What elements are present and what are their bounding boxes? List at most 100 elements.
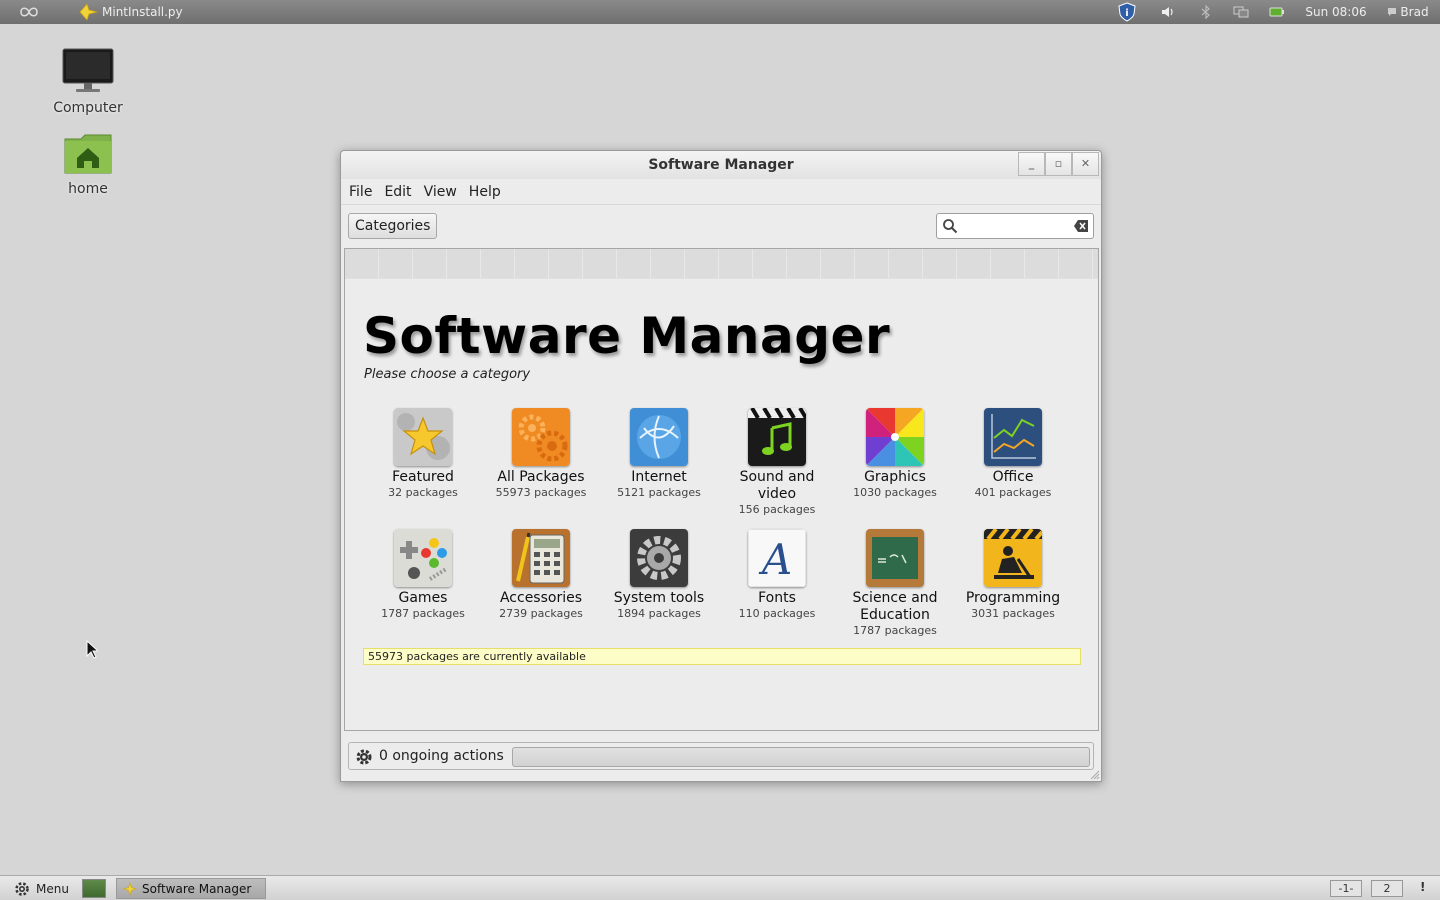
- desktop-icon-home[interactable]: home: [38, 133, 138, 197]
- mouse-cursor-icon: [86, 640, 98, 659]
- desktop-icon-label: home: [68, 181, 108, 197]
- toolbar: Categories: [341, 205, 1101, 245]
- category-count: 401 packages: [974, 486, 1052, 499]
- app-launcher[interactable]: MintInstall.py: [76, 0, 183, 24]
- font-icon: A: [748, 529, 806, 587]
- page-subtitle: Please choose a category: [364, 367, 531, 382]
- menu-label: Menu: [36, 881, 69, 896]
- menu-view[interactable]: View: [418, 184, 463, 200]
- category-sound-and-video[interactable]: Sound and video 156 packages: [721, 408, 833, 517]
- category-count: 32 packages: [388, 486, 458, 499]
- workspace-1[interactable]: -1-: [1330, 880, 1362, 897]
- categories-button[interactable]: Categories: [348, 213, 438, 239]
- category-name: Fonts: [758, 590, 796, 606]
- decorative-header-stripe: [345, 249, 1098, 279]
- category-programming[interactable]: Programming 3031 packages: [957, 529, 1069, 621]
- close-button[interactable]: ✕: [1072, 152, 1099, 176]
- menu-file[interactable]: File: [343, 184, 378, 200]
- taskbar-item-label: Software Manager: [142, 881, 252, 896]
- category-fonts[interactable]: A Fonts 110 packages: [721, 529, 833, 621]
- sparkle-icon: [123, 881, 137, 896]
- calculator-icon: [512, 529, 570, 587]
- category-name: Games: [398, 590, 448, 606]
- search-input[interactable]: [961, 217, 1069, 235]
- maximize-icon: ▫: [1054, 157, 1063, 170]
- menu-help[interactable]: Help: [463, 184, 507, 200]
- progress-bar: [512, 747, 1090, 767]
- category-accessories[interactable]: Accessories 2739 packages: [485, 529, 597, 621]
- mint-logo-icon[interactable]: [18, 3, 40, 21]
- category-name: Accessories: [499, 590, 583, 606]
- home-folder-icon: [64, 134, 112, 174]
- workspace-2[interactable]: 2: [1371, 880, 1403, 897]
- taskbar-item-software-manager[interactable]: Software Manager: [116, 878, 266, 899]
- gear-icon: [356, 749, 372, 765]
- chat-bubble-icon: [1388, 8, 1397, 16]
- desktop-icon-computer[interactable]: Computer: [38, 48, 138, 116]
- desktop-icon-label: Computer: [53, 100, 123, 116]
- color-wheel-icon: [866, 408, 924, 466]
- category-science-and-education[interactable]: Science and Education 1787 packages: [839, 529, 951, 638]
- category-count: 1030 packages: [853, 486, 937, 499]
- page-title: Software Manager: [363, 307, 891, 365]
- category-name: Science and Education: [852, 590, 938, 623]
- app-launcher-label: MintInstall.py: [102, 5, 183, 19]
- category-count: 1787 packages: [853, 624, 937, 637]
- category-name: Featured: [392, 469, 454, 485]
- clear-search-icon[interactable]: [1073, 219, 1089, 233]
- top-panel: MintInstall.py i Sun 08:06 Brad: [0, 0, 1440, 24]
- category-featured[interactable]: Featured 32 packages: [367, 408, 479, 500]
- category-graphics[interactable]: Graphics 1030 packages: [839, 408, 951, 500]
- menubar: File Edit View Help: [341, 179, 1101, 205]
- menu-button[interactable]: Menu: [14, 879, 69, 898]
- svg-text:i: i: [1125, 8, 1128, 19]
- notification-alert[interactable]: !: [1420, 880, 1425, 894]
- close-icon: ✕: [1080, 157, 1091, 170]
- category-count: 156 packages: [738, 503, 816, 516]
- category-name: Office: [992, 469, 1034, 485]
- monitor-icon: [62, 48, 114, 92]
- sparkle-icon: [79, 3, 98, 21]
- clapper-icon: [748, 408, 806, 466]
- bottom-panel: Menu Software Manager -1- 2 !: [0, 875, 1440, 900]
- ongoing-actions-label: 0 ongoing actions: [379, 748, 504, 764]
- category-all-packages[interactable]: All Packages 55973 packages: [485, 408, 597, 500]
- category-internet[interactable]: Internet 5121 packages: [603, 408, 715, 500]
- category-view: Software Manager Please choose a categor…: [344, 248, 1099, 731]
- update-shield-icon[interactable]: i: [1116, 2, 1138, 22]
- category-name: Sound and video: [739, 469, 815, 502]
- gamepad-icon: [394, 529, 452, 587]
- battery-icon[interactable]: [1268, 3, 1286, 21]
- category-count: 55973 packages: [495, 486, 587, 499]
- category-system-tools[interactable]: System tools 1894 packages: [603, 529, 715, 621]
- svg-text:A: A: [758, 535, 792, 584]
- category-name: Internet: [631, 469, 687, 485]
- packages-available-bar: 55973 packages are currently available: [363, 648, 1081, 665]
- user-menu[interactable]: Brad: [1384, 3, 1432, 21]
- construction-icon: [984, 529, 1042, 587]
- category-office[interactable]: Office 401 packages: [957, 408, 1069, 500]
- maximize-button[interactable]: ▫: [1045, 152, 1072, 176]
- star-icon: [394, 408, 452, 466]
- show-desktop-button[interactable]: [82, 879, 106, 898]
- resize-grip-icon[interactable]: [1090, 770, 1100, 780]
- category-count: 110 packages: [738, 607, 816, 620]
- minimize-button[interactable]: _: [1018, 152, 1045, 176]
- window-titlebar[interactable]: Software Manager _ ▫ ✕: [341, 151, 1101, 179]
- minimize-icon: _: [1028, 157, 1035, 170]
- gear-icon: [15, 881, 29, 896]
- category-name: All Packages: [497, 469, 585, 485]
- status-bar[interactable]: 0 ongoing actions: [348, 742, 1094, 770]
- clock[interactable]: Sun 08:06: [1302, 3, 1370, 21]
- category-games[interactable]: Games 1787 packages: [367, 529, 479, 621]
- menu-edit[interactable]: Edit: [378, 184, 417, 200]
- volume-icon[interactable]: [1159, 3, 1177, 21]
- category-count: 3031 packages: [971, 607, 1055, 620]
- network-icon[interactable]: [1232, 3, 1250, 21]
- category-count: 5121 packages: [617, 486, 701, 499]
- bluetooth-icon[interactable]: [1198, 3, 1214, 21]
- chalkboard-icon: [866, 529, 924, 587]
- category-name: Graphics: [864, 469, 926, 485]
- category-name: Programming: [965, 590, 1061, 606]
- software-manager-window: Software Manager _ ▫ ✕ File Edit View He…: [340, 150, 1102, 782]
